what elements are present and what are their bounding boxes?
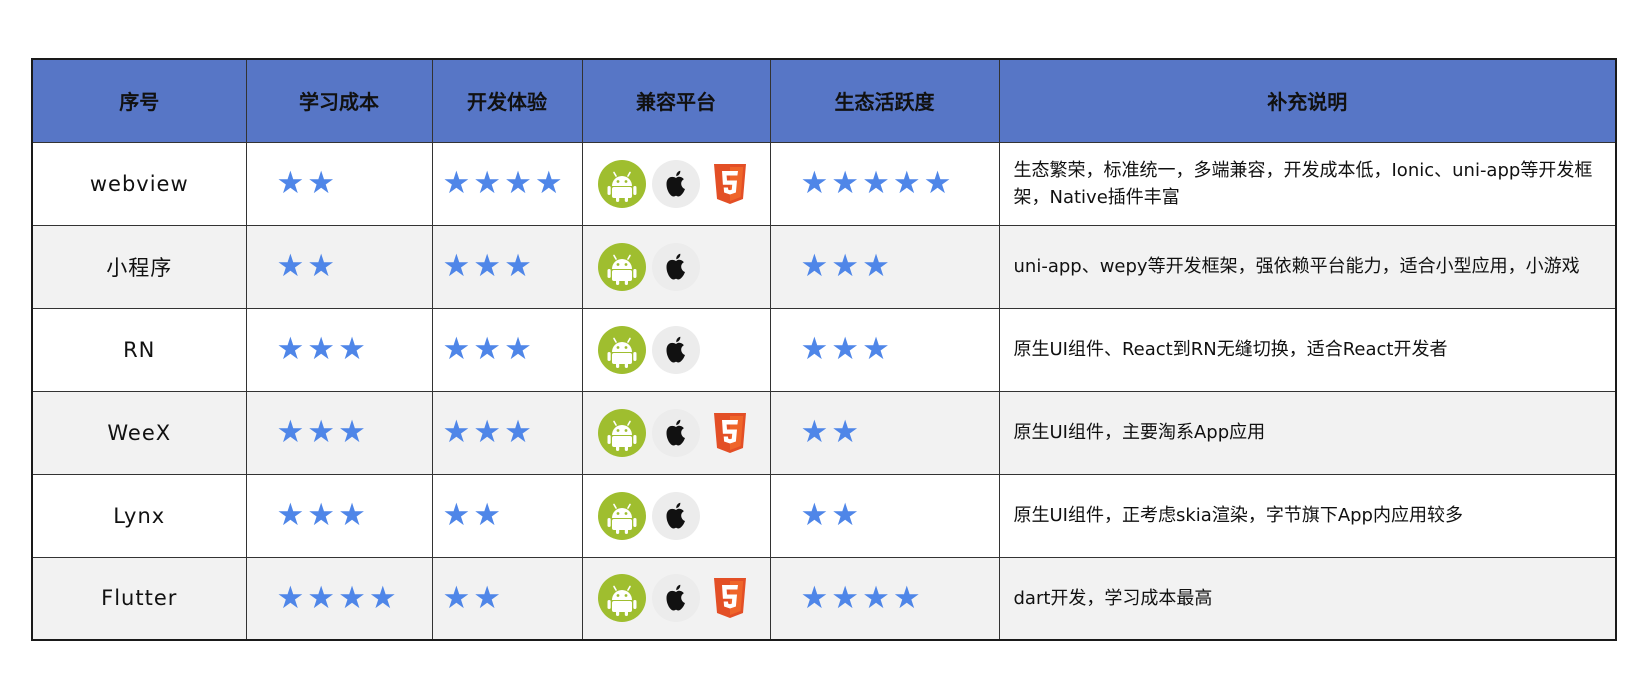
framework-name: RN	[31, 307, 247, 392]
learning-cost-stars: ★★★★	[245, 556, 433, 641]
note-text: dart开发，学习成本最高	[998, 556, 1617, 641]
framework-name: Flutter	[31, 556, 247, 641]
header-ecosystem: 生态活跃度	[769, 58, 1000, 143]
table-row: 小程序 ★★ ★★★ ★★★ uni-app、wepy等开发框架，强依赖平台能力，适合小…	[31, 224, 1617, 309]
learning-cost-stars: ★★	[245, 141, 433, 226]
note-text: 原生UI组件、React到RN无缝切换，适合React开发者	[998, 307, 1617, 392]
dev-experience-stars: ★★★	[431, 307, 583, 392]
html5-icon	[705, 573, 755, 623]
header-index: 序号	[31, 58, 247, 143]
table-body: webview ★★ ★★★★ ★★★★★ 生态繁荣，标准统一，多端兼容，开发成本低，I…	[31, 141, 1617, 641]
html5-icon	[705, 408, 755, 458]
html5-icon	[705, 159, 755, 209]
table-header: 序号 学习成本 开发体验 兼容平台 生态活跃度 补充说明	[31, 58, 1617, 143]
platform-icons	[581, 390, 771, 475]
ecosystem-stars: ★★★	[769, 307, 1000, 392]
android-icon	[597, 491, 647, 541]
table-row: WeeX ★★★ ★★★ ★★ 原生UI组件，主要淘系App应用	[31, 390, 1617, 475]
apple-icon	[651, 408, 701, 458]
learning-cost-stars: ★★★	[245, 307, 433, 392]
comparison-table: 序号 学习成本 开发体验 兼容平台 生态活跃度 补充说明 webview ★★ ★★…	[31, 58, 1617, 641]
platform-icons	[581, 307, 771, 392]
learning-cost-stars: ★★★	[245, 473, 433, 558]
android-icon	[597, 573, 647, 623]
ecosystem-stars: ★★	[769, 473, 1000, 558]
framework-name: 小程序	[31, 224, 247, 309]
platform-icons	[581, 141, 771, 226]
platform-icons	[581, 224, 771, 309]
note-text: 生态繁荣，标准统一，多端兼容，开发成本低，Ionic、uni-app等开发框架，…	[998, 141, 1617, 226]
android-icon	[597, 159, 647, 209]
dev-experience-stars: ★★	[431, 556, 583, 641]
note-text: 原生UI组件，主要淘系App应用	[998, 390, 1617, 475]
apple-icon	[651, 159, 701, 209]
android-icon	[597, 408, 647, 458]
table-row: Flutter ★★★★ ★★ ★★★★ dart开发，学习成本最高	[31, 556, 1617, 641]
ecosystem-stars: ★★	[769, 390, 1000, 475]
header-notes: 补充说明	[998, 58, 1617, 143]
note-text: 原生UI组件，正考虑skia渲染，字节旗下App内应用较多	[998, 473, 1617, 558]
table-row: webview ★★ ★★★★ ★★★★★ 生态繁荣，标准统一，多端兼容，开发成本低，I…	[31, 141, 1617, 226]
header-platforms: 兼容平台	[581, 58, 771, 143]
dev-experience-stars: ★★★★	[431, 141, 583, 226]
page: 序号 学习成本 开发体验 兼容平台 生态活跃度 补充说明 webview ★★ ★★…	[0, 0, 1632, 678]
apple-icon	[651, 573, 701, 623]
framework-name: Lynx	[31, 473, 247, 558]
android-icon	[597, 242, 647, 292]
dev-experience-stars: ★★	[431, 473, 583, 558]
android-icon	[597, 325, 647, 375]
header-dev-experience: 开发体验	[431, 58, 583, 143]
ecosystem-stars: ★★★★	[769, 556, 1000, 641]
ecosystem-stars: ★★★★★	[769, 141, 1000, 226]
learning-cost-stars: ★★	[245, 224, 433, 309]
header-learning-cost: 学习成本	[245, 58, 433, 143]
platform-icons	[581, 556, 771, 641]
ecosystem-stars: ★★★	[769, 224, 1000, 309]
table-row: Lynx ★★★ ★★ ★★ 原生UI组件，正考虑skia渲染，字节旗下App内应用较多	[31, 473, 1617, 558]
framework-name: WeeX	[31, 390, 247, 475]
platform-icons	[581, 473, 771, 558]
dev-experience-stars: ★★★	[431, 390, 583, 475]
framework-name: webview	[31, 141, 247, 226]
apple-icon	[651, 325, 701, 375]
apple-icon	[651, 242, 701, 292]
dev-experience-stars: ★★★	[431, 224, 583, 309]
note-text: uni-app、wepy等开发框架，强依赖平台能力，适合小型应用，小游戏	[998, 224, 1617, 309]
apple-icon	[651, 491, 701, 541]
header-row: 序号 学习成本 开发体验 兼容平台 生态活跃度 补充说明	[31, 58, 1617, 143]
learning-cost-stars: ★★★	[245, 390, 433, 475]
table-row: RN ★★★ ★★★ ★★★ 原生UI组件、React到RN无缝切换，适合React开发…	[31, 307, 1617, 392]
